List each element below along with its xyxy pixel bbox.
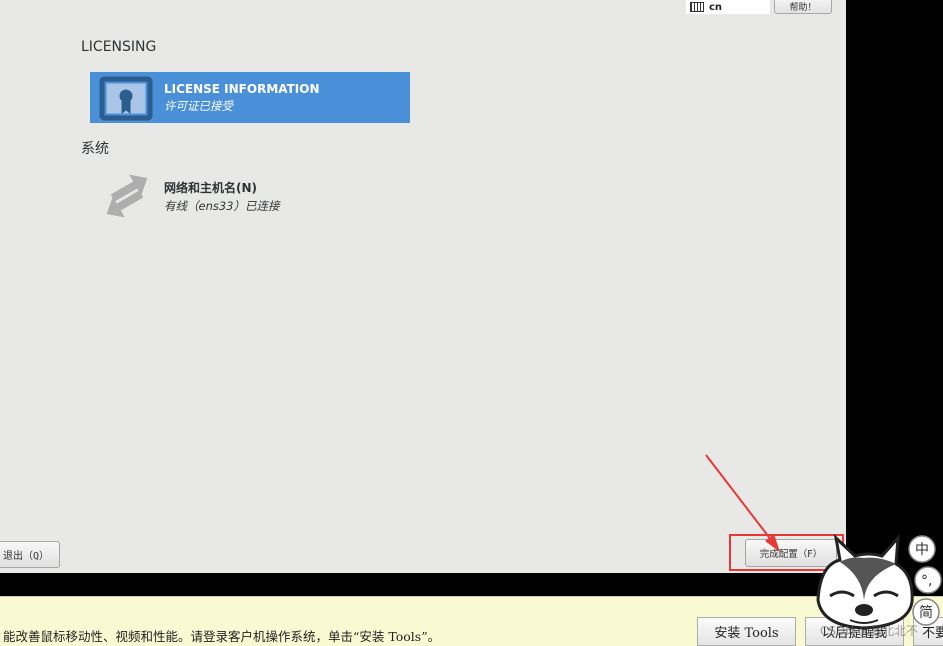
vm-frame-right	[846, 0, 943, 596]
install-tools-button[interactable]: 安装 Tools	[697, 617, 796, 646]
svg-text:°,: °,	[921, 573, 932, 589]
vm-frame-bottom	[0, 573, 846, 596]
side-bubbles: 中 °, 简	[908, 535, 942, 626]
svg-text:简: 简	[919, 604, 933, 621]
installer-window: cn 帮助！ LICENSING LICENSE INFORMATION 许可证…	[0, 0, 846, 573]
watermark-text: CSDN @我北北不	[820, 624, 919, 638]
svg-text:中: 中	[915, 542, 929, 558]
annotation-arrow-icon	[705, 454, 780, 552]
notification-message: 能改善鼠标移动性、视频和性能。请登录客户机操作系统，单击“安装 Tools”。	[3, 629, 441, 644]
